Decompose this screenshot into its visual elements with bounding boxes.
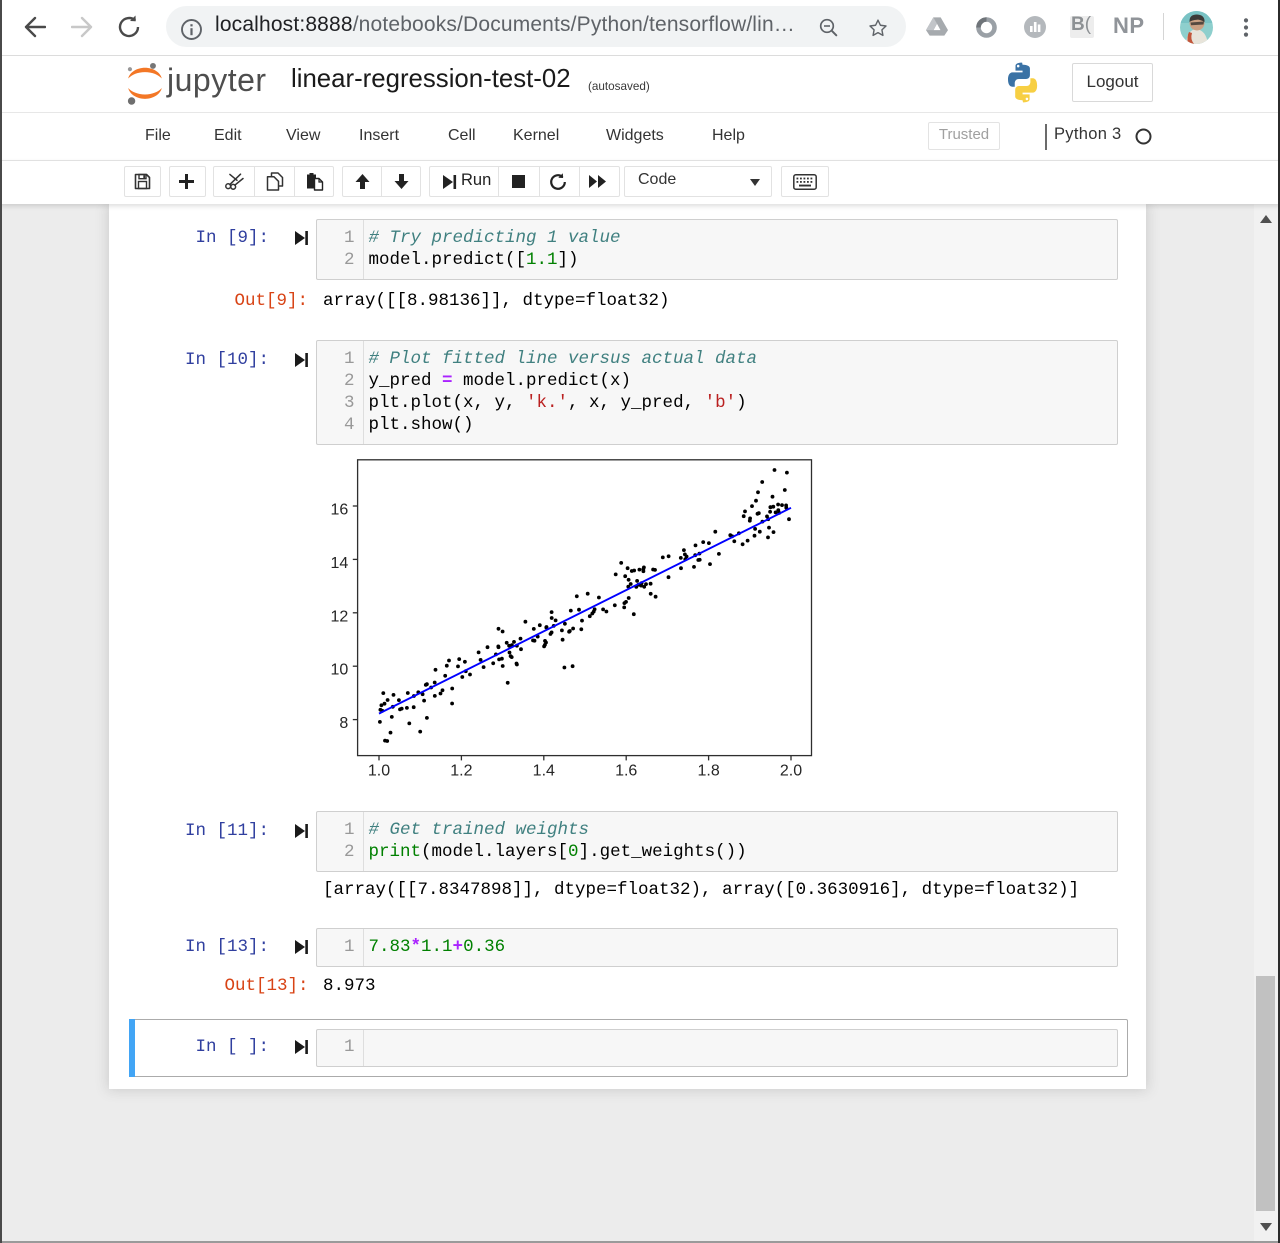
svg-text:12: 12 [331,608,349,625]
svg-text:1.2: 1.2 [450,762,472,779]
svg-text:14: 14 [331,555,349,572]
svg-text:1.4: 1.4 [533,762,555,779]
svg-text:8: 8 [339,715,348,732]
svg-text:1.6: 1.6 [615,762,637,779]
svg-text:10: 10 [331,662,349,679]
svg-text:1.8: 1.8 [697,762,719,779]
svg-text:1.0: 1.0 [368,762,390,779]
svg-text:16: 16 [331,502,349,519]
svg-text:2.0: 2.0 [780,762,802,779]
